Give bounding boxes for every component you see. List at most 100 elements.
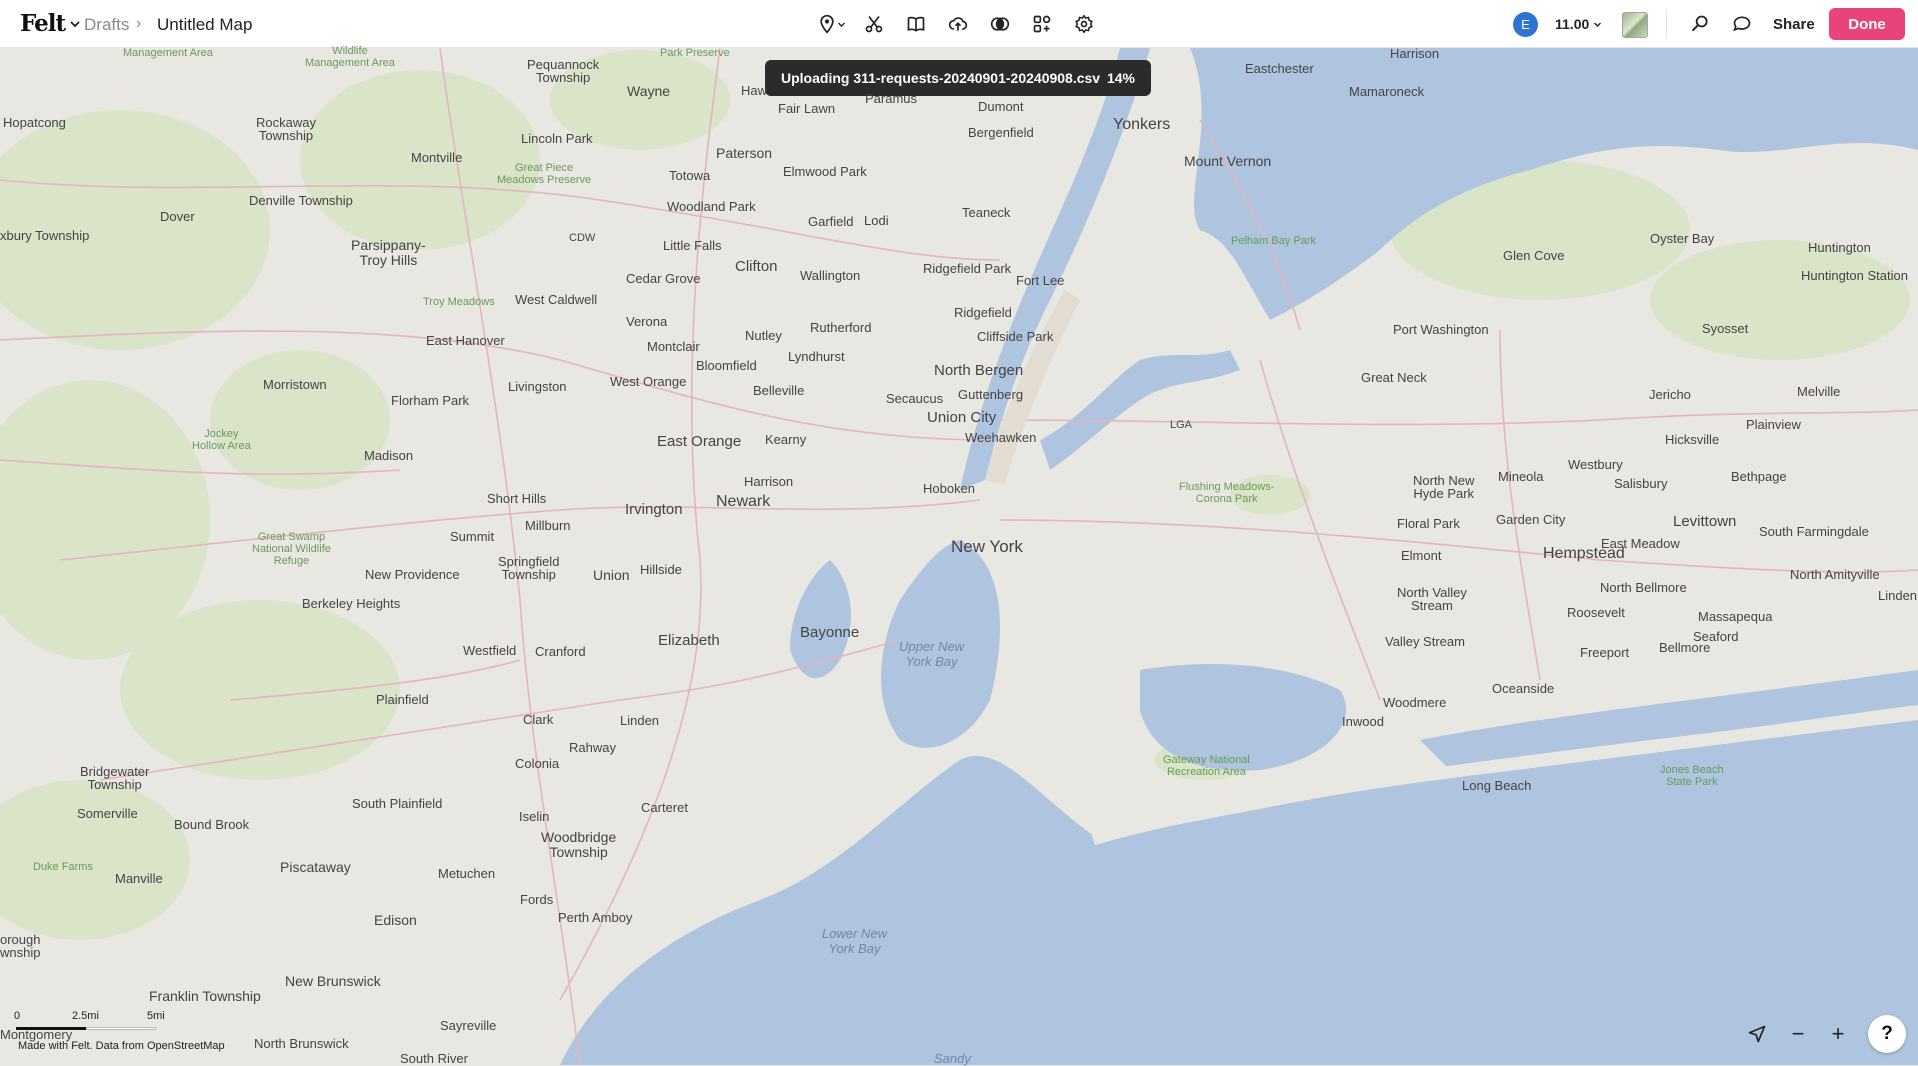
search-button[interactable] — [1686, 12, 1714, 36]
upload-percent: 14% — [1106, 70, 1135, 86]
place-label: Clark — [523, 712, 554, 727]
place-label: Berkeley Heights — [302, 596, 401, 611]
place-label: Woodland Park — [667, 199, 756, 214]
pin-tool-button[interactable] — [813, 12, 849, 36]
place-label: Bellmore — [1659, 640, 1711, 655]
place-label: Lincoln Park — [521, 131, 593, 146]
basemap-switcher[interactable] — [1622, 12, 1648, 38]
place-label: Fort Lee — [1016, 273, 1065, 288]
place-label: South Plainfield — [352, 796, 443, 811]
gear-icon — [1075, 14, 1093, 34]
zoom-level-dropdown[interactable]: 11.00 — [1555, 16, 1602, 32]
zoom-in-button[interactable]: + — [1824, 1020, 1852, 1048]
place-label: Springfield Township — [498, 554, 560, 582]
place-label: Nutley — [745, 328, 782, 343]
upload-progress-toast: Uploading 311-requests-20240901-20240908… — [765, 60, 1151, 96]
user-avatar[interactable]: E — [1513, 12, 1538, 37]
park-label: Troy Meadows — [423, 296, 495, 308]
place-label: Carteret — [641, 800, 688, 815]
place-label: Verona — [626, 314, 668, 329]
place-label: Levittown — [1673, 513, 1737, 530]
cloud-upload-icon — [948, 17, 968, 31]
place-label: Madison — [364, 448, 414, 463]
place-label: Oyster Bay — [1650, 231, 1715, 246]
place-label: Bridgewater Township — [80, 764, 150, 792]
place-label: Elmont — [1401, 548, 1442, 563]
place-label: Denville Township — [249, 193, 353, 208]
place-label: Morristown — [263, 377, 327, 392]
toolbar-divider — [1666, 10, 1667, 38]
chevron-down-icon — [1594, 22, 1602, 27]
place-label: South River — [400, 1051, 468, 1066]
scale-segment-light — [86, 1027, 156, 1030]
place-label: Melville — [1797, 384, 1841, 399]
grid-plus-icon — [1033, 15, 1051, 33]
place-label: East Orange — [657, 433, 742, 450]
comments-button[interactable] — [1728, 12, 1756, 36]
place-label: North Valley Stream — [1397, 585, 1467, 613]
place-label: CDW — [569, 232, 596, 244]
comment-bubble-icon — [1733, 16, 1751, 32]
settings-tool-button[interactable] — [1070, 12, 1098, 36]
place-label: Perth Amboy — [558, 910, 633, 925]
upload-tool-button[interactable] — [944, 12, 972, 36]
locate-button[interactable] — [1743, 1020, 1771, 1048]
place-label: South Farmingdale — [1759, 524, 1869, 539]
place-label: Inwood — [1342, 714, 1384, 729]
zoom-out-button[interactable]: − — [1784, 1020, 1812, 1048]
locate-arrow-icon — [1748, 1025, 1766, 1043]
park-label: Wildlife Management Area — [305, 45, 395, 69]
place-label: Cranford — [535, 644, 586, 659]
route-tool-button[interactable] — [860, 12, 888, 36]
place-label: Great Neck — [1361, 370, 1427, 385]
place-label: Harrison — [744, 474, 794, 489]
place-label: Pequannock Township — [527, 57, 600, 85]
place-label: Rutherford — [810, 320, 872, 335]
place-label: Bound Brook — [174, 817, 250, 832]
library-tool-button[interactable] — [902, 12, 930, 36]
place-label: East Hanover — [426, 333, 505, 348]
place-label: Bayonne — [800, 624, 860, 641]
scissors-icon — [865, 15, 883, 33]
place-label: Iselin — [519, 809, 550, 824]
scale-mid: 2.5mi — [72, 1010, 99, 1022]
park-label: Gateway National Recreation Area — [1163, 754, 1250, 778]
compare-tool-button[interactable] — [986, 12, 1014, 36]
park-label: Duke Farms — [33, 861, 93, 873]
place-label: Linden — [620, 713, 660, 728]
park-label: Jones Beach State Park — [1660, 764, 1724, 788]
place-label: Fair Lawn — [778, 101, 836, 116]
place-label: North Bergen — [934, 362, 1024, 379]
elements-tool-button[interactable] — [1028, 12, 1056, 36]
place-label: Long Beach — [1462, 778, 1532, 793]
place-label: West Caldwell — [515, 292, 598, 307]
place-label: Woodmere — [1383, 695, 1447, 710]
place-label: Mamaroneck — [1349, 84, 1425, 99]
share-button[interactable]: Share — [1773, 16, 1815, 33]
place-label: Summit — [450, 529, 495, 544]
place-label: Wallington — [800, 268, 861, 283]
place-label: Lodi — [864, 213, 889, 228]
breadcrumb-drafts[interactable]: Drafts — [84, 15, 129, 35]
place-label: Bloomfield — [696, 358, 757, 373]
place-label: Jericho — [1649, 387, 1691, 402]
place-label: Hillside — [640, 562, 682, 577]
map-attribution[interactable]: Made with Felt. Data from OpenStreetMap — [18, 1040, 225, 1052]
map-title[interactable]: Untitled Map — [157, 15, 252, 35]
place-label: Somerville — [77, 806, 138, 821]
place-label: Florham Park — [391, 393, 470, 408]
top-bar: Felt Drafts › Untitled Map E 11.00 Share… — [0, 0, 1918, 48]
scale-zero: 0 — [14, 1010, 21, 1022]
place-label: Hicksville — [1665, 432, 1720, 447]
help-button[interactable]: ? — [1868, 1015, 1906, 1053]
park-label: Pelham Bay Park — [1231, 235, 1316, 247]
done-button[interactable]: Done — [1829, 8, 1905, 40]
scale-segment-dark — [16, 1027, 86, 1030]
place-label: Totowa — [669, 168, 711, 183]
place-label: Paterson — [716, 145, 773, 161]
felt-logo-menu[interactable]: Felt — [20, 10, 81, 37]
park-label: Great Swamp National Wildlife Refuge — [252, 531, 331, 567]
park-label: Flushing Meadows- Corona Park — [1179, 481, 1275, 505]
place-label: Mineola — [1498, 469, 1544, 484]
place-label: Montclair — [647, 339, 700, 354]
